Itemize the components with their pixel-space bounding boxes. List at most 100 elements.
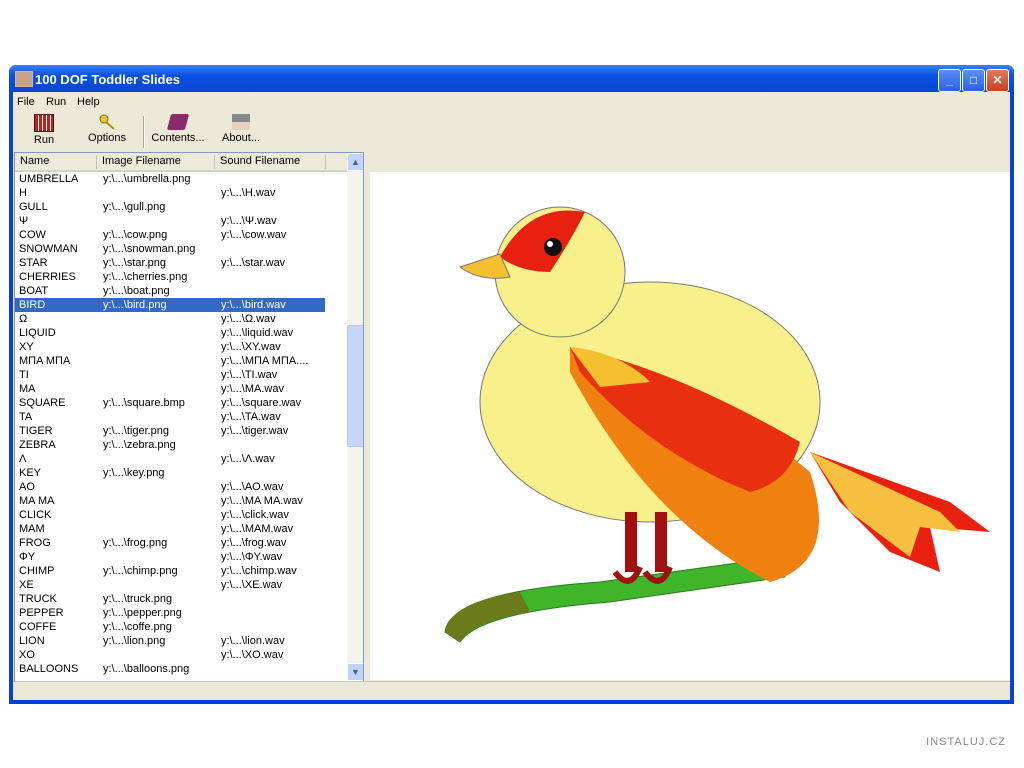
image-filename-cell: y:\...\balloons.png (103, 663, 190, 675)
list-item[interactable]: AO y:\...\AO.wav (15, 480, 347, 494)
list-item[interactable]: COFFE y:\...\coffe.png (15, 620, 347, 634)
list-item[interactable]: LION y:\...\lion.png y:\...\lion.wav (15, 634, 347, 648)
list-item[interactable]: XY y:\...\XY.wav (15, 340, 347, 354)
list-item[interactable]: BIRD y:\...\bird.png y:\...\bird.wav (15, 298, 325, 312)
watermark: INSTALUJ.CZ (926, 736, 1006, 748)
menu-file[interactable]: File (17, 96, 35, 108)
name-cell: ΦY (19, 551, 36, 563)
list-item[interactable]: MA MA y:\...\MA MA.wav (15, 494, 347, 508)
menu-help[interactable]: Help (77, 96, 100, 108)
name-cell: MA (19, 383, 36, 395)
list-item[interactable]: ZEBRA y:\...\zebra.png (15, 438, 347, 452)
list-item[interactable]: TI y:\...\TI.wav (15, 368, 347, 382)
name-cell: COFFE (19, 621, 57, 633)
name-cell: FROG (19, 537, 51, 549)
list-item[interactable]: LIQUID y:\...\liquid.wav (15, 326, 347, 340)
list-item[interactable]: FROG y:\...\frog.png y:\...\frog.wav (15, 536, 347, 550)
slides-list[interactable]: Name Image Filename Sound Filename UMBRE… (14, 152, 364, 682)
column-name[interactable]: Name (15, 155, 97, 169)
list-item[interactable]: TIGER y:\...\tiger.png y:\...\tiger.wav (15, 424, 347, 438)
image-filename-cell: y:\...\pepper.png (103, 607, 182, 619)
sound-filename-cell: y:\...\XE.wav (221, 579, 283, 591)
list-item[interactable]: CLICK y:\...\click.wav (15, 508, 347, 522)
name-cell: LION (19, 635, 45, 647)
image-filename-cell: y:\...\zebra.png (103, 439, 176, 451)
name-cell: MAM (19, 523, 45, 535)
run-button[interactable]: Run (29, 114, 59, 146)
sound-filename-cell: y:\...\MA.wav (221, 383, 284, 395)
list-item[interactable]: Hy:\...\H.wav (15, 186, 347, 200)
list-item[interactable]: COW y:\...\cow.png y:\...\cow.wav (15, 228, 347, 242)
name-cell: PEPPER (19, 607, 64, 619)
image-filename-cell: y:\...\lion.png (103, 635, 166, 647)
about-button[interactable]: About... (217, 114, 265, 144)
list-item[interactable]: MAM y:\...\MAM.wav (15, 522, 347, 536)
app-window: 100 DOF Toddler Slides _ □ ✕ File Run He… (9, 65, 1014, 704)
title-bar[interactable]: 100 DOF Toddler Slides _ □ ✕ (9, 65, 1014, 92)
list-item[interactable]: CHERRIES y:\...\cherries.png (15, 270, 347, 284)
scrollbar-thumb[interactable] (347, 325, 363, 447)
name-cell: COW (19, 229, 46, 241)
sound-filename-cell: y:\...\Ψ.wav (221, 215, 277, 227)
list-item[interactable]: ΦY y:\...\ΦY.wav (15, 550, 347, 564)
list-item[interactable]: TRUCK y:\...\truck.png (15, 592, 347, 606)
list-item[interactable]: XE y:\...\XE.wav (15, 578, 347, 592)
key-icon (98, 114, 116, 130)
sound-filename-cell: y:\...\ΦY.wav (221, 551, 283, 563)
bird-image (444, 206, 990, 643)
name-cell: ΜΠΑ ΜΠΑ (19, 355, 71, 367)
image-filename-cell: y:\...\tiger.png (103, 425, 170, 437)
list-item[interactable]: Ψy:\...\Ψ.wav (15, 214, 347, 228)
list-item[interactable]: UMBRELLA y:\...\umbrella.png (15, 172, 347, 186)
sound-filename-cell: y:\...\chimp.wav (221, 565, 297, 577)
list-item[interactable]: STAR y:\...\star.png y:\...\star.wav (15, 256, 347, 270)
image-filename-cell: y:\...\gull.png (103, 201, 166, 213)
column-sound-filename[interactable]: Sound Filename (215, 155, 326, 169)
name-cell: KEY (19, 467, 42, 479)
list-item[interactable]: XO y:\...\XO.wav (15, 648, 347, 662)
sound-filename-cell: y:\...\lion.wav (221, 635, 285, 647)
scroll-down-button[interactable]: ▼ (347, 663, 363, 681)
name-cell: XE (19, 579, 34, 591)
options-label: Options (88, 132, 126, 144)
options-button[interactable]: Options (85, 114, 129, 144)
list-item[interactable]: TA y:\...\TA.wav (15, 410, 347, 424)
list-item[interactable]: Ωy:\...\Ω.wav (15, 312, 347, 326)
minimize-button[interactable]: _ (938, 69, 961, 92)
scroll-up-button[interactable]: ▲ (347, 153, 363, 171)
list-item[interactable]: SNOWMAN y:\...\snowman.png (15, 242, 347, 256)
list-item[interactable]: PEPPER y:\...\pepper.png (15, 606, 347, 620)
list-item[interactable]: BALLOONS y:\...\balloons.png (15, 662, 347, 676)
sound-filename-cell: y:\...\liquid.wav (221, 327, 294, 339)
list-item[interactable]: Λy:\...\Λ.wav (15, 452, 347, 466)
image-filename-cell: y:\...\boat.png (103, 285, 170, 297)
name-cell: BOAT (19, 285, 49, 297)
list-item[interactable]: SQUARE y:\...\square.bmp y:\...\square.wav (15, 396, 347, 410)
toolbar-separator (143, 116, 145, 148)
contents-button[interactable]: Contents... (147, 114, 209, 144)
name-cell: TI (19, 369, 29, 381)
menu-run[interactable]: Run (46, 96, 66, 108)
column-image-filename[interactable]: Image Filename (97, 155, 215, 169)
list-item[interactable]: MA y:\...\MA.wav (15, 382, 347, 396)
list-item[interactable]: KEY y:\...\key.png (15, 466, 347, 480)
sound-filename-cell: y:\...\H.wav (221, 187, 276, 199)
sound-filename-cell: y:\...\tiger.wav (221, 425, 289, 437)
list-item[interactable]: ΜΠΑ ΜΠΑ y:\...\ΜΠΑ ΜΠΑ.... (15, 354, 347, 368)
list-item[interactable]: CHIMP y:\...\chimp.png y:\...\chimp.wav (15, 564, 347, 578)
list-item[interactable]: BOAT y:\...\boat.png (15, 284, 347, 298)
vertical-scrollbar[interactable]: ▲ ▼ (347, 153, 363, 681)
contents-label: Contents... (151, 132, 205, 144)
image-filename-cell: y:\...\star.png (103, 257, 166, 269)
list-item[interactable]: GULL y:\...\gull.png (15, 200, 347, 214)
name-cell: STAR (19, 257, 48, 269)
sound-filename-cell: y:\...\MA MA.wav (221, 495, 303, 507)
name-cell: SQUARE (19, 397, 66, 409)
window-title: 100 DOF Toddler Slides (35, 72, 180, 87)
sound-filename-cell: y:\...\click.wav (221, 509, 289, 521)
image-filename-cell: y:\...\square.bmp (103, 397, 185, 409)
name-cell: LIQUID (19, 327, 56, 339)
maximize-button[interactable]: □ (962, 69, 985, 92)
close-button[interactable]: ✕ (986, 69, 1009, 92)
name-cell: MA MA (19, 495, 55, 507)
